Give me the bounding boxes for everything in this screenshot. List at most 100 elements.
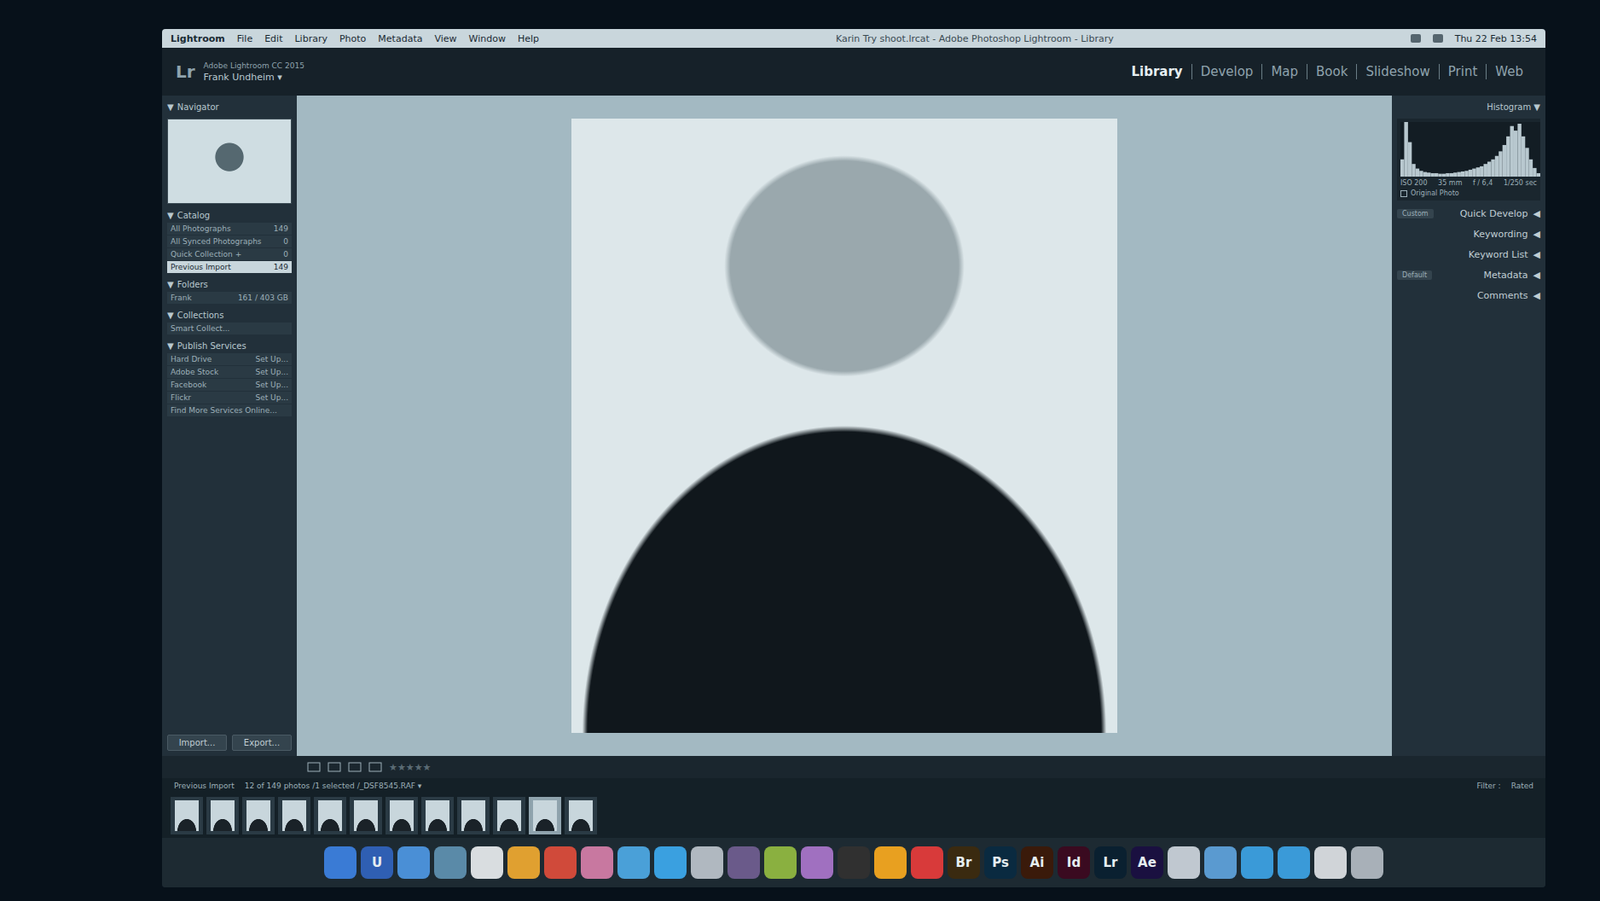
module-tab[interactable]: Library bbox=[1123, 63, 1192, 80]
dock-app-icon[interactable] bbox=[434, 846, 467, 879]
filmstrip-thumb[interactable] bbox=[170, 796, 203, 835]
module-tab[interactable]: Map bbox=[1261, 63, 1307, 80]
dock-app-icon[interactable] bbox=[1204, 846, 1237, 879]
section-header[interactable]: ▼Catalog bbox=[167, 208, 292, 222]
module-tab[interactable]: Develop bbox=[1191, 63, 1263, 80]
dock-app-icon[interactable] bbox=[837, 846, 870, 879]
star-rating[interactable]: ★★★★★ bbox=[388, 761, 431, 773]
filmstrip-thumb[interactable] bbox=[385, 796, 418, 835]
right-panel-row[interactable]: Comments◀ bbox=[1397, 287, 1541, 303]
preset-dropdown[interactable]: Default bbox=[1397, 270, 1432, 280]
panel-row[interactable]: Hard DriveSet Up... bbox=[167, 353, 292, 366]
histogram-bar bbox=[1415, 168, 1420, 177]
right-panel-row[interactable]: DefaultMetadata◀ bbox=[1397, 266, 1541, 283]
menu-item[interactable]: Library bbox=[294, 33, 327, 45]
filmstrip-thumb[interactable] bbox=[206, 796, 239, 835]
filmstrip-thumb[interactable] bbox=[313, 796, 347, 835]
dock-app-icon[interactable] bbox=[397, 846, 430, 879]
module-tab[interactable]: Web bbox=[1485, 63, 1532, 80]
panel-row[interactable]: FacebookSet Up... bbox=[167, 378, 292, 391]
menu-item[interactable]: File bbox=[237, 33, 253, 45]
right-panel-row[interactable]: Keywording◀ bbox=[1397, 226, 1541, 242]
module-tab[interactable]: Print bbox=[1438, 63, 1487, 80]
panel-row[interactable]: Find More Services Online... bbox=[167, 404, 292, 417]
original-photo-checkbox[interactable]: Original Photo bbox=[1400, 189, 1537, 198]
dock-app-icon[interactable] bbox=[1240, 846, 1274, 879]
filmstrip bbox=[162, 793, 1546, 838]
filmstrip-thumb[interactable] bbox=[492, 796, 526, 835]
filmstrip-thumb[interactable] bbox=[349, 796, 383, 835]
menu-item[interactable]: Help bbox=[517, 33, 540, 45]
histogram-bar bbox=[1403, 121, 1408, 177]
histogram-bar bbox=[1411, 163, 1415, 177]
dock-app-icon[interactable] bbox=[690, 846, 724, 879]
app-menu[interactable]: Lightroom bbox=[170, 33, 226, 45]
section-header[interactable]: ▼Collections bbox=[167, 308, 292, 322]
panel-row[interactable]: Frank161 / 403 GB bbox=[167, 291, 292, 304]
module-tab[interactable]: Book bbox=[1306, 63, 1357, 80]
dock-app-icon[interactable]: Id bbox=[1057, 846, 1090, 879]
filmstrip-thumb[interactable] bbox=[457, 796, 490, 835]
dock: U BrPsAiIdLrAe bbox=[162, 837, 1546, 887]
view-mode-icon[interactable] bbox=[347, 761, 362, 772]
histogram-bar bbox=[1423, 172, 1427, 177]
filmstrip-thumb[interactable] bbox=[421, 796, 454, 835]
dock-app-icon[interactable]: Lr bbox=[1094, 846, 1127, 879]
menu-item[interactable]: View bbox=[434, 33, 457, 45]
panel-button[interactable]: Export... bbox=[231, 734, 292, 751]
panel-row[interactable]: All Synced Photographs0 bbox=[167, 235, 292, 248]
dock-app-icon[interactable] bbox=[544, 846, 577, 879]
view-mode-icon[interactable] bbox=[327, 761, 342, 772]
panel-button[interactable]: Import... bbox=[167, 734, 227, 751]
dock-app-icon[interactable] bbox=[617, 846, 650, 879]
histogram-bar bbox=[1456, 172, 1461, 177]
dock-app-icon[interactable]: Br bbox=[947, 846, 980, 879]
dock-app-icon[interactable]: Ae bbox=[1130, 846, 1164, 879]
preset-dropdown[interactable]: Custom bbox=[1397, 208, 1434, 219]
right-panel-row[interactable]: Keyword List◀ bbox=[1397, 246, 1541, 262]
dock-app-icon[interactable] bbox=[727, 846, 760, 879]
histogram-bar bbox=[1524, 147, 1529, 177]
panel-row[interactable]: Quick Collection +0 bbox=[167, 248, 292, 261]
section-header[interactable]: ▼Folders bbox=[167, 278, 292, 291]
right-panel: Histogram ▼ISO 20035 mmf / 6,41/250 secO… bbox=[1391, 95, 1546, 756]
menu-item[interactable]: Metadata bbox=[377, 33, 423, 45]
dock-app-icon[interactable]: Ps bbox=[984, 846, 1017, 879]
dock-app-icon[interactable] bbox=[1277, 846, 1311, 879]
panel-row[interactable]: All Photographs149 bbox=[167, 222, 292, 235]
dock-app-icon[interactable] bbox=[324, 846, 357, 879]
menu-item[interactable]: Photo bbox=[339, 33, 366, 45]
menu-item[interactable]: Window bbox=[469, 33, 506, 45]
panel-row[interactable]: Smart Collect... bbox=[167, 322, 292, 335]
dock-app-icon[interactable] bbox=[580, 846, 614, 879]
dock-app-icon[interactable] bbox=[1167, 846, 1200, 879]
filmstrip-thumb[interactable] bbox=[528, 796, 562, 835]
histogram-bar bbox=[1434, 173, 1438, 177]
section-header[interactable]: ▼Publish Services bbox=[167, 339, 292, 353]
dock-app-icon[interactable] bbox=[874, 846, 907, 879]
dock-app-icon[interactable] bbox=[1314, 846, 1347, 879]
menu-item[interactable]: Edit bbox=[264, 33, 283, 45]
view-mode-icon[interactable] bbox=[368, 761, 383, 772]
dock-app-icon[interactable] bbox=[764, 846, 797, 879]
dock-app-icon[interactable] bbox=[507, 846, 540, 879]
dock-app-icon[interactable]: U bbox=[360, 846, 394, 879]
right-panel-row[interactable]: CustomQuick Develop◀ bbox=[1397, 205, 1541, 221]
panel-row[interactable]: Adobe StockSet Up... bbox=[167, 365, 292, 378]
dock-app-icon[interactable] bbox=[1350, 846, 1384, 879]
module-tab[interactable]: Slideshow bbox=[1356, 63, 1438, 80]
filmstrip-thumb[interactable] bbox=[278, 796, 311, 835]
dock-app-icon[interactable]: Ai bbox=[1020, 846, 1054, 879]
dock-app-icon[interactable] bbox=[910, 846, 944, 879]
filmstrip-thumb[interactable] bbox=[564, 796, 598, 835]
view-mode-icon[interactable] bbox=[307, 761, 321, 772]
panel-row[interactable]: Previous Import149 bbox=[167, 260, 292, 273]
filmstrip-header: Previous Import12 of 149 photos /1 selec… bbox=[162, 777, 1546, 794]
dock-app-icon[interactable] bbox=[800, 846, 834, 879]
dock-app-icon[interactable] bbox=[470, 846, 504, 879]
panel-row[interactable]: FlickrSet Up... bbox=[167, 391, 292, 404]
histogram-bar bbox=[1449, 173, 1454, 177]
dock-app-icon[interactable] bbox=[654, 846, 687, 879]
histogram-bar bbox=[1468, 169, 1473, 177]
filmstrip-thumb[interactable] bbox=[242, 796, 275, 835]
